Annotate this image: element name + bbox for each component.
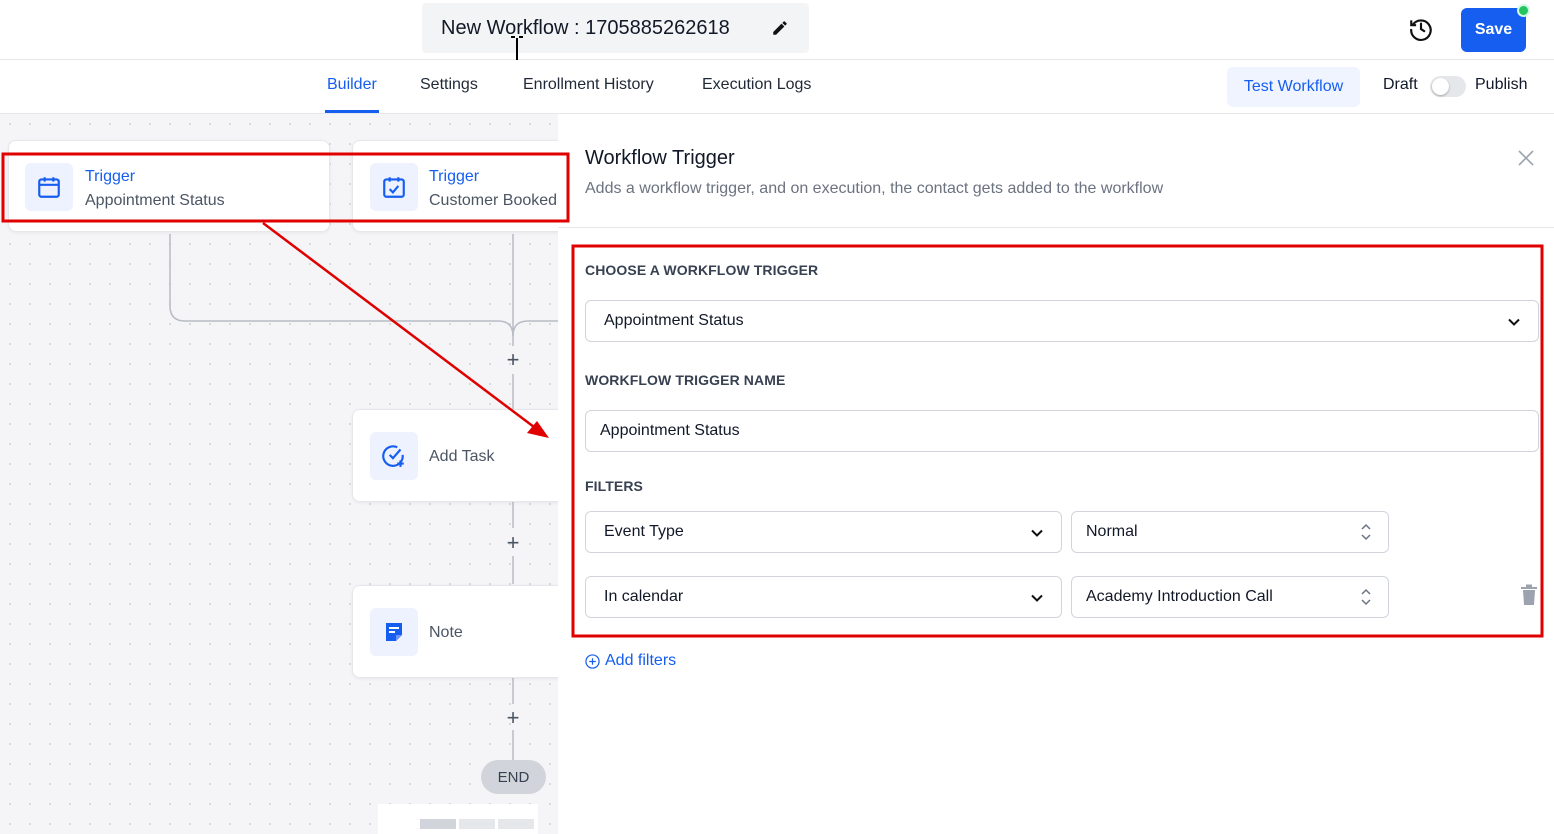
action-node-note[interactable]: Note: [352, 585, 558, 678]
publish-label: Publish: [1475, 76, 1528, 93]
trigger-name-input[interactable]: Appointment Status: [585, 410, 1539, 452]
workflow-canvas[interactable]: Trigger Appointment Status Trigger Custo…: [0, 114, 558, 834]
tab-settings[interactable]: Settings: [420, 76, 478, 94]
trigger-name-value: Appointment Status: [600, 422, 740, 439]
trigger-name-label: WORKFLOW TRIGGER NAME: [585, 372, 786, 388]
trigger-node-title: Trigger: [429, 168, 480, 185]
up-down-icon: [1361, 588, 1371, 606]
chevron-down-icon: [1508, 318, 1520, 326]
panel-description: Adds a workflow trigger, and on executio…: [585, 180, 1164, 197]
chevron-down-icon: [1031, 529, 1043, 537]
action-node-add-task[interactable]: Add Task: [352, 409, 558, 502]
trigger-panel: Workflow Trigger Adds a workflow trigger…: [558, 114, 1554, 834]
trigger-node-subtitle: Customer Booked: [429, 192, 558, 209]
trigger-select[interactable]: Appointment Status: [585, 300, 1539, 342]
status-dot: [1517, 4, 1530, 17]
filter-value-text: Normal: [1086, 523, 1138, 540]
minimap-strip: [378, 804, 538, 834]
draft-label: Draft: [1383, 76, 1418, 93]
action-node-label: Add Task: [429, 448, 495, 465]
add-step-button[interactable]: +: [503, 707, 523, 729]
add-filters-link[interactable]: Add filters: [585, 652, 676, 670]
tab-builder[interactable]: Builder: [327, 76, 377, 94]
trigger-node-customer-booked[interactable]: Trigger Customer Booked: [352, 140, 558, 232]
publish-toggle[interactable]: [1430, 76, 1466, 97]
pencil-icon[interactable]: [771, 19, 789, 37]
close-icon[interactable]: [1516, 148, 1536, 168]
add-step-button[interactable]: +: [503, 349, 523, 371]
add-filters-label: Add filters: [605, 652, 677, 669]
trigger-node-title: Trigger: [85, 168, 136, 185]
trigger-node-appointment-status[interactable]: Trigger Appointment Status: [8, 140, 330, 232]
trigger-node-subtitle: Appointment Status: [85, 192, 225, 209]
workflow-builder-page: New Workflow : 1705885262618 Save Builde…: [0, 0, 1554, 834]
active-tab-indicator: [325, 110, 379, 113]
panel-divider: [558, 227, 1554, 228]
filter-value-text: Academy Introduction Call: [1086, 588, 1273, 605]
action-node-label: Note: [429, 624, 463, 641]
tab-enrollment-history[interactable]: Enrollment History: [523, 76, 654, 94]
calendar-icon: [25, 163, 73, 211]
filter-field-value: Event Type: [604, 523, 684, 540]
end-node: END: [481, 760, 546, 794]
chevron-down-icon: [1031, 594, 1043, 602]
filter-value-select[interactable]: Normal: [1071, 511, 1389, 553]
panel-title: Workflow Trigger: [585, 147, 735, 169]
workflow-title[interactable]: New Workflow : 1705885262618: [441, 17, 730, 40]
history-icon[interactable]: [1408, 16, 1434, 42]
add-step-button[interactable]: +: [503, 532, 523, 554]
test-workflow-button[interactable]: Test Workflow: [1227, 67, 1360, 107]
trash-icon[interactable]: [1520, 584, 1538, 606]
task-check-icon: [370, 432, 418, 480]
filter-field-value: In calendar: [604, 588, 684, 605]
calendar-check-icon: [370, 163, 418, 211]
filters-label: FILTERS: [585, 478, 643, 494]
trigger-select-value: Appointment Status: [604, 312, 744, 329]
note-icon: [370, 608, 418, 656]
tab-execution-logs[interactable]: Execution Logs: [702, 76, 811, 94]
filter-field-select[interactable]: In calendar: [585, 576, 1062, 618]
choose-trigger-label: CHOOSE A WORKFLOW TRIGGER: [585, 262, 819, 278]
tabs-row: Builder Settings Enrollment History Exec…: [0, 60, 1554, 114]
top-bar: New Workflow : 1705885262618 Save: [0, 0, 1554, 64]
workflow-title-box[interactable]: New Workflow : 1705885262618: [422, 3, 809, 53]
up-down-icon: [1361, 523, 1371, 541]
filter-value-select[interactable]: Academy Introduction Call: [1071, 576, 1389, 618]
filter-field-select[interactable]: Event Type: [585, 511, 1062, 553]
plus-circle-icon: [585, 653, 600, 669]
save-button[interactable]: Save: [1461, 8, 1526, 52]
